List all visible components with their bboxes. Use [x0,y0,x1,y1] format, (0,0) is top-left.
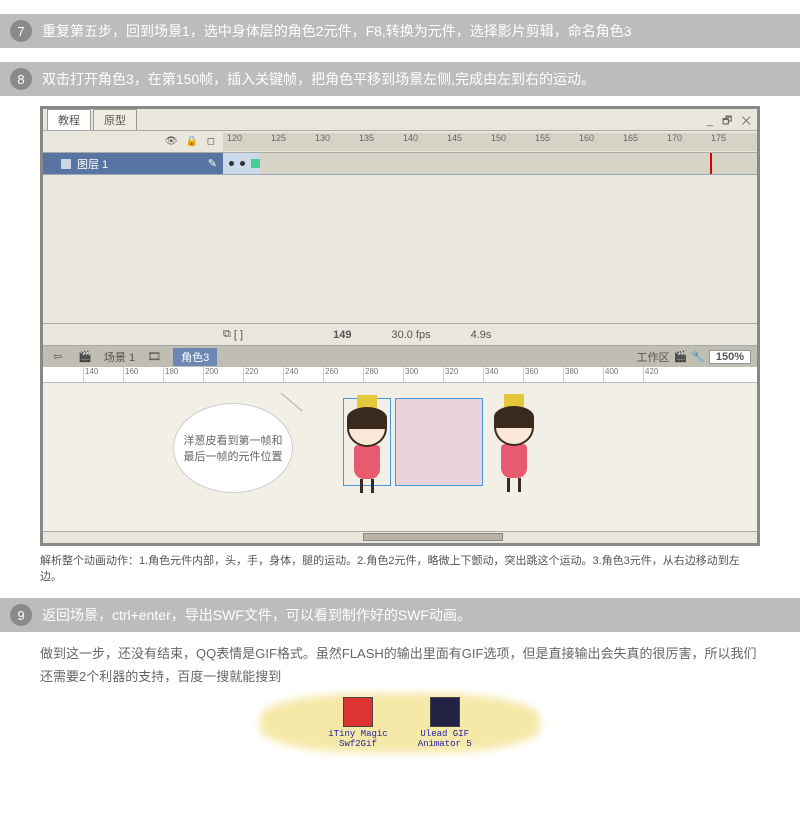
scrollbar-thumb[interactable] [363,533,503,541]
document-tabs: 教程 原型 [43,109,757,131]
back-icon[interactable]: ⇦ [49,350,66,363]
tab-prototype[interactable]: 原型 [93,109,137,130]
fold-icon[interactable] [61,159,71,169]
step-9-text: 返回场景，ctrl+enter，导出SWF文件，可以看到制作好的SWF动画。 [42,605,471,625]
window-controls[interactable]: _ 🗗 ✕ [707,112,751,131]
onion-skin-callout: 洋葱皮看到第一帧和最后一帧的元件位置 [173,403,293,493]
ulead-label: Ulead GIF Animator 5 [418,729,472,749]
tab-tutorial[interactable]: 教程 [47,109,91,130]
stage-ruler: 1401601802002202402602803003203403603804… [43,367,757,383]
timeline-status-bar: ⧉ [ ] 149 30.0 fps 4.9s [43,323,757,345]
swf2gif-label: iTiny Magic Swf2Gif [328,729,387,749]
time-display: 4.9s [471,329,492,341]
app-swf2gif[interactable]: iTiny Magic Swf2Gif [328,697,387,749]
layer-row[interactable]: 图层 1 ✎ [43,153,757,175]
selection-box[interactable] [395,398,483,486]
swf2gif-icon [343,697,373,727]
step-badge-7: 7 [10,20,32,42]
layer-toggles[interactable] [223,153,260,174]
workspace-label[interactable]: 工作区 [636,349,669,365]
character-instance-left[interactable] [343,398,391,486]
step-badge-8: 8 [10,68,32,90]
edit-bar: ⇦ 🎬 场景 1 🎞 角色3 工作区 🎬 🔧 150% [43,345,757,367]
layer-controls-icons[interactable]: 👁 🔒 ◻ [43,136,223,147]
watermark: 思缘设计论坛 WWW.MISSYUAN.COM [622,16,794,31]
analysis-caption: 解析整个动画动作：1.角色元件内部，头，手，身体，腿的运动。2.角色2元件，略微… [40,552,760,584]
symbol-select-icon[interactable]: 🔧 [691,350,705,363]
step-badge-9: 9 [10,604,32,626]
app-ulead-gif[interactable]: Ulead GIF Animator 5 [418,697,472,749]
layer-label[interactable]: 图层 1 ✎ [43,153,223,174]
onion-skin-icon[interactable]: ⧉ [223,328,231,341]
breadcrumb-scene[interactable]: 场景 1 [104,349,135,365]
clip-icon: 🎞 [143,350,165,363]
playhead-line [710,153,712,174]
current-frame: 149 [333,329,351,341]
callout-line [280,393,302,412]
scene-icon[interactable]: 🎬 [74,350,96,363]
timeline-header: 👁 🔒 ◻ 1201251301351401451501551601651701… [43,131,757,153]
step-8: 8 双击打开角色3，在第150帧，插入关键帧，把角色平移到场景左侧,完成由左到右… [0,62,800,96]
character-instance-right[interactable] [490,398,538,486]
horizontal-scrollbar[interactable] [43,531,757,543]
breadcrumb-clip[interactable]: 角色3 [173,348,217,366]
description-text: 做到这一步，还没有结束，QQ表情是GIF格式。虽然FLASH的输出里面有GIF选… [40,642,760,689]
timeline-ruler[interactable]: 120125130135140145150155160165170175 [223,133,757,151]
ulead-icon [430,697,460,727]
app-icons-row: iTiny Magic Swf2Gif Ulead GIF Animator 5 [0,697,800,749]
bracket-icon[interactable]: [ ] [234,329,243,341]
step-9: 9 返回场景，ctrl+enter，导出SWF文件，可以看到制作好的SWF动画。 [0,598,800,632]
step-7-text: 重复第五步，回到场景1，选中身体层的角色2元件，F8,转换为元件，选择影片剪辑，… [42,21,632,41]
timeline-empty-area [43,175,757,323]
flash-ide-window: 教程 原型 _ 🗗 ✕ 👁 🔒 ◻ 1201251301351401451501… [40,106,760,546]
frame-strip[interactable] [260,153,757,174]
step-8-text: 双击打开角色3，在第150帧，插入关键帧，把角色平移到场景左侧,完成由左到右的运… [42,69,595,89]
scene-select-icon[interactable]: 🎬 [673,350,687,363]
zoom-input[interactable]: 150% [709,350,751,364]
pencil-icon: ✎ [208,157,217,170]
layer-name: 图层 1 [77,156,108,172]
stage[interactable]: 洋葱皮看到第一帧和最后一帧的元件位置 [43,383,757,531]
fps-display: 30.0 fps [391,329,430,341]
